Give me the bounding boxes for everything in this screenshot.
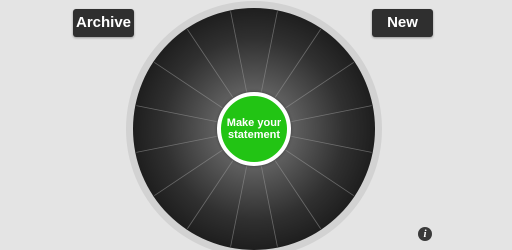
archive-button[interactable]: Archive (73, 9, 134, 37)
info-icon[interactable]: i (418, 227, 432, 241)
app-screen: Archive New Make your statement i (0, 0, 512, 250)
make-statement-button[interactable]: Make your statement (217, 92, 291, 166)
new-button[interactable]: New (372, 9, 433, 37)
make-statement-label: Make your statement (226, 117, 282, 141)
